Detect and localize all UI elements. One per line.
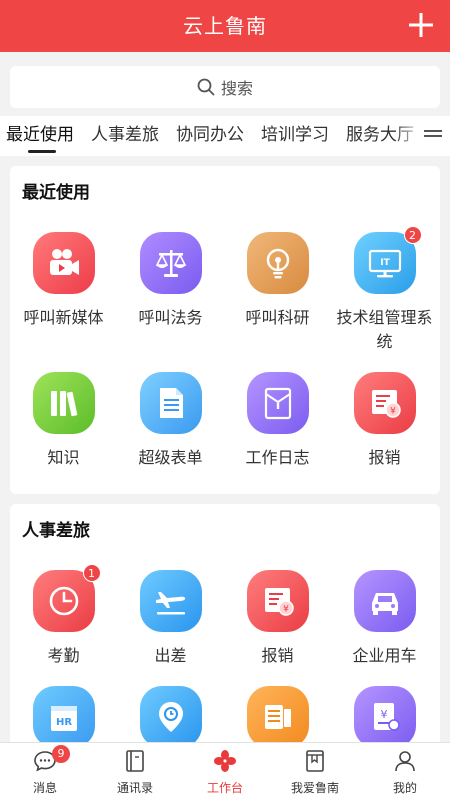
video-camera-icon xyxy=(32,232,95,294)
app-company-car[interactable]: 企业用车 xyxy=(331,570,438,668)
app-label: 知识 xyxy=(47,448,80,467)
app-label: 呼叫科研 xyxy=(245,308,310,327)
app-reimbursement-hr[interactable]: ¥ 报销 xyxy=(224,570,331,668)
app-label: 超级表单 xyxy=(138,448,203,467)
app-business-trip[interactable]: 出差 xyxy=(117,570,224,668)
svg-text:¥: ¥ xyxy=(283,605,289,615)
message-badge: 9 xyxy=(52,745,70,763)
svg-text:¥: ¥ xyxy=(390,407,396,417)
nav-label: 通讯录 xyxy=(116,781,153,795)
app-research[interactable]: 呼叫科研 xyxy=(224,232,331,330)
hr-travel-section: 人事差旅 1 考勤 出差 ¥ 报销 企业用车 HR ¥ xyxy=(10,504,440,754)
notification-badge: 1 xyxy=(82,564,101,582)
journal-icon xyxy=(246,372,309,434)
bookmark-book-icon xyxy=(306,750,324,772)
tab-active-indicator xyxy=(28,150,56,153)
nav-love-lunan[interactable]: 我爱鲁南 xyxy=(270,743,360,800)
app-label: 呼叫新媒体 xyxy=(23,308,104,327)
search-icon xyxy=(197,78,215,96)
app-finance-doc[interactable]: ¥ xyxy=(331,686,438,748)
nav-label: 我爱鲁南 xyxy=(290,781,339,795)
svg-text:HR: HR xyxy=(55,717,71,728)
ticket-icon xyxy=(246,686,309,748)
app-title: 云上鲁南 xyxy=(183,14,267,38)
app-label: 企业用车 xyxy=(352,646,417,665)
recent-section: 最近使用 呼叫新媒体 呼叫法务 呼叫科研 IT 2 技术组管理系统 知识 超级表… xyxy=(10,166,440,494)
tab-training[interactable]: 培训学习 xyxy=(261,120,329,145)
app-label: 报销 xyxy=(261,646,294,665)
svg-text:IT: IT xyxy=(380,258,390,268)
tab-hr-travel[interactable]: 人事差旅 xyxy=(91,120,159,145)
app-attendance[interactable]: 1 考勤 xyxy=(10,564,117,668)
clock-icon: 1 xyxy=(32,564,101,632)
menu-icon[interactable] xyxy=(424,130,442,142)
app-work-log[interactable]: 工作日志 xyxy=(224,372,331,470)
lightbulb-icon xyxy=(246,232,309,294)
app-label: 报销 xyxy=(368,448,401,467)
search-input[interactable]: 搜索 xyxy=(10,66,440,108)
person-icon xyxy=(395,751,415,772)
tab-recent[interactable]: 最近使用 xyxy=(6,120,74,145)
nav-label: 工作台 xyxy=(206,781,243,795)
workbench-icon xyxy=(214,750,236,772)
invoice-icon: ¥ xyxy=(246,570,309,632)
app-label: 出差 xyxy=(154,646,187,665)
app-new-media[interactable]: 呼叫新媒体 xyxy=(10,232,117,330)
tabs-fade xyxy=(394,116,424,156)
nav-label: 消息 xyxy=(32,781,57,795)
plus-icon[interactable] xyxy=(408,12,434,38)
app-header: 云上鲁南 xyxy=(0,0,450,52)
app-super-form[interactable]: 超级表单 xyxy=(117,372,224,470)
nav-profile[interactable]: 我的 xyxy=(360,743,450,800)
nav-workbench[interactable]: 工作台 xyxy=(180,743,270,800)
books-icon xyxy=(32,372,95,434)
address-book-icon xyxy=(126,750,144,772)
notification-badge: 2 xyxy=(403,226,422,244)
section-title: 最近使用 xyxy=(22,183,90,203)
scale-icon xyxy=(139,232,202,294)
tab-office[interactable]: 协同办公 xyxy=(176,120,244,145)
search-placeholder: 搜索 xyxy=(220,79,253,98)
svg-text:¥: ¥ xyxy=(380,708,387,721)
hr-folder-icon: HR xyxy=(32,686,95,748)
it-monitor-icon: IT 2 xyxy=(353,226,422,294)
app-hr[interactable]: HR xyxy=(10,686,117,748)
app-location[interactable] xyxy=(117,686,224,748)
nav-label: 我的 xyxy=(392,781,417,795)
nav-messages[interactable]: 9 消息 xyxy=(0,743,90,800)
app-legal[interactable]: 呼叫法务 xyxy=(117,232,224,330)
app-reimbursement[interactable]: ¥ 报销 xyxy=(331,372,438,470)
app-label: 呼叫法务 xyxy=(138,308,203,327)
yuan-document-icon: ¥ xyxy=(353,686,416,748)
location-pin-icon xyxy=(139,686,202,748)
form-document-icon xyxy=(139,372,202,434)
app-ticket[interactable] xyxy=(224,686,331,748)
section-title: 人事差旅 xyxy=(22,521,90,541)
app-knowledge[interactable]: 知识 xyxy=(10,372,117,470)
airplane-icon xyxy=(139,570,202,632)
nav-contacts[interactable]: 通讯录 xyxy=(90,743,180,800)
bottom-nav: 9 消息 通讯录 工作台 我爱鲁南 我的 xyxy=(0,742,450,800)
app-label: 考勤 xyxy=(47,646,80,665)
app-label: 工作日志 xyxy=(245,448,310,467)
category-tabs: 最近使用 人事差旅 协同办公 培训学习 服务大厅 xyxy=(0,116,450,156)
app-tech-management[interactable]: IT 2 技术组管理系统 xyxy=(331,226,438,354)
invoice-icon: ¥ xyxy=(353,372,416,434)
app-label: 技术组管理系统 xyxy=(336,308,433,351)
search-area: 搜索 xyxy=(0,52,450,116)
car-icon xyxy=(353,570,416,632)
